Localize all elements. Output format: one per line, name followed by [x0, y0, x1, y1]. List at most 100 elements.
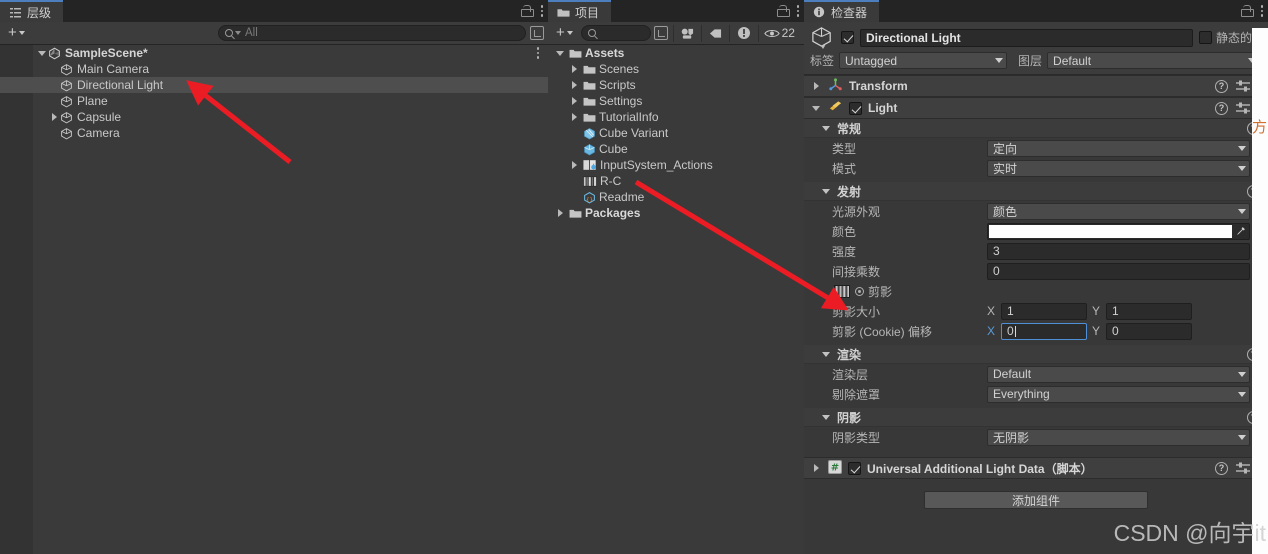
- project-item-cube-variant[interactable]: Cube Variant: [548, 125, 804, 141]
- chevron-down-icon[interactable]: [554, 47, 566, 59]
- chevron-down-icon[interactable]: [822, 188, 830, 194]
- component-header-script[interactable]: # Universal Additional Light Data（脚本） ?: [804, 457, 1268, 479]
- layer-dropdown[interactable]: Default: [1047, 52, 1260, 69]
- tag-dropdown[interactable]: Untagged: [839, 52, 1008, 69]
- chevron-right-icon[interactable]: [568, 79, 580, 91]
- eyedropper-icon[interactable]: [1232, 226, 1248, 237]
- component-name: Transform: [849, 79, 908, 93]
- light-property-dropdown[interactable]: Everything: [987, 385, 1250, 403]
- light-property-dropdown[interactable]: 实时: [987, 159, 1250, 177]
- light-enabled-checkbox[interactable]: [849, 101, 862, 115]
- help-icon[interactable]: ?: [1215, 101, 1228, 115]
- unity-scene-icon: [48, 47, 61, 60]
- light-property-dropdown[interactable]: 无阴影: [987, 428, 1250, 446]
- project-search-input[interactable]: [580, 25, 652, 41]
- hierarchy-menu-icon[interactable]: [540, 4, 544, 18]
- inspector-tabbar: 检查器: [804, 0, 1268, 22]
- light-property-dropdown[interactable]: 颜色: [987, 202, 1250, 220]
- vector2-x-field[interactable]: 0: [1001, 322, 1087, 340]
- light-vector2-field: X 0 Y 0: [987, 322, 1250, 340]
- component-header-transform[interactable]: Transform ?: [804, 75, 1268, 97]
- light-color-swatch[interactable]: [987, 222, 1250, 240]
- tab-hierarchy[interactable]: 层级: [0, 0, 64, 22]
- hierarchy-search-input[interactable]: All: [218, 25, 526, 41]
- vector2-x-field[interactable]: 1: [1001, 302, 1087, 320]
- light-property-number-field[interactable]: 3: [987, 242, 1250, 260]
- script-enabled-checkbox[interactable]: [848, 461, 861, 475]
- chevron-right-icon[interactable]: [810, 80, 822, 92]
- cookie-toggle-icon[interactable]: [855, 286, 864, 296]
- hierarchy-item-plane[interactable]: Plane: [0, 93, 548, 109]
- lock-icon[interactable]: [777, 5, 790, 17]
- hierarchy-scene-row[interactable]: SampleScene*: [0, 45, 548, 61]
- hierarchy-item-camera[interactable]: Camera: [0, 125, 548, 141]
- chevron-right-icon[interactable]: [568, 95, 580, 107]
- light-property-dropdown[interactable]: 定向: [987, 139, 1250, 157]
- warning-filter-icon[interactable]: [730, 23, 757, 43]
- lock-icon[interactable]: [1241, 5, 1254, 17]
- tab-project[interactable]: 项目: [548, 0, 612, 22]
- tab-inspector[interactable]: 检查器: [804, 0, 880, 22]
- lock-icon[interactable]: [521, 5, 534, 17]
- vector2-y-field[interactable]: 0: [1106, 322, 1192, 340]
- vector2-y-field[interactable]: 1: [1106, 302, 1192, 320]
- light-section-header[interactable]: 渲染 ?: [804, 345, 1268, 364]
- chevron-right-icon[interactable]: [568, 111, 580, 123]
- filter-by-label-icon[interactable]: [702, 23, 729, 43]
- project-item-scripts[interactable]: Scripts: [548, 77, 804, 93]
- chevron-down-icon[interactable]: [810, 102, 822, 114]
- light-property-number-field[interactable]: 0: [987, 262, 1250, 280]
- light-section-header[interactable]: 发射 ?: [804, 182, 1268, 201]
- project-item-settings[interactable]: Settings: [548, 93, 804, 109]
- chevron-down-icon[interactable]: [36, 47, 48, 59]
- light-property-dropdown[interactable]: Default: [987, 365, 1250, 383]
- project-item-tutorialinfo[interactable]: TutorialInfo: [548, 109, 804, 125]
- project-item-scenes[interactable]: Scenes: [548, 61, 804, 77]
- project-item-r-c[interactable]: R-C: [548, 173, 804, 189]
- project-menu-icon[interactable]: [796, 4, 800, 18]
- project-item-inputsystem-actions[interactable]: InputSystem_Actions: [548, 157, 804, 173]
- cookie-texture-thumbnail[interactable]: [834, 284, 850, 298]
- preset-icon[interactable]: [1236, 102, 1250, 114]
- light-section-header[interactable]: 常规 ?: [804, 119, 1268, 138]
- hierarchy-add-button[interactable]: +: [4, 25, 29, 42]
- static-checkbox[interactable]: [1198, 31, 1212, 44]
- light-section-header[interactable]: 阴影 ?: [804, 408, 1268, 427]
- project-item-assets[interactable]: Assets: [548, 45, 804, 61]
- component-header-light[interactable]: Light ?: [804, 97, 1268, 119]
- chevron-right-icon[interactable]: [554, 207, 566, 219]
- chevron-right-icon[interactable]: [48, 111, 60, 123]
- chevron-right-icon[interactable]: [568, 159, 580, 171]
- chevron-down-icon[interactable]: [822, 125, 830, 131]
- inspector-menu-icon[interactable]: [1260, 4, 1264, 18]
- project-item-readme[interactable]: {} Readme: [548, 189, 804, 205]
- project-item-cube[interactable]: Cube: [548, 141, 804, 157]
- preset-icon[interactable]: [1236, 80, 1250, 92]
- add-component-button[interactable]: 添加组件: [924, 491, 1148, 509]
- project-add-button[interactable]: +: [552, 25, 577, 42]
- help-icon[interactable]: ?: [1215, 461, 1228, 475]
- chevron-down-icon[interactable]: [822, 414, 830, 420]
- hierarchy-item-directional-light[interactable]: Directional Light: [0, 77, 548, 93]
- object-enabled-checkbox[interactable]: [841, 31, 854, 44]
- help-icon[interactable]: ?: [1215, 79, 1228, 93]
- light-icon: [828, 99, 843, 117]
- visible-count[interactable]: 22: [759, 26, 800, 40]
- chevron-right-icon[interactable]: [810, 462, 822, 474]
- search-expand-icon[interactable]: [654, 26, 668, 40]
- scene-menu-icon[interactable]: [536, 46, 540, 60]
- search-expand-icon[interactable]: [530, 26, 544, 40]
- preset-icon[interactable]: [1236, 462, 1250, 474]
- add-component-row: 添加组件: [804, 491, 1268, 509]
- hierarchy-item-capsule[interactable]: Capsule: [0, 109, 548, 125]
- chevron-down-icon: [1238, 145, 1246, 151]
- object-name-field[interactable]: Directional Light: [860, 28, 1193, 47]
- light-property-label: 剪影大小: [832, 304, 881, 319]
- chevron-right-icon[interactable]: [568, 63, 580, 75]
- texture-icon: [583, 175, 597, 187]
- filter-by-type-icon[interactable]: [674, 23, 701, 43]
- hierarchy-item-main-camera[interactable]: Main Camera: [0, 61, 548, 77]
- search-icon: [587, 29, 596, 37]
- chevron-down-icon[interactable]: [822, 351, 830, 357]
- project-item-packages[interactable]: Packages: [548, 205, 804, 221]
